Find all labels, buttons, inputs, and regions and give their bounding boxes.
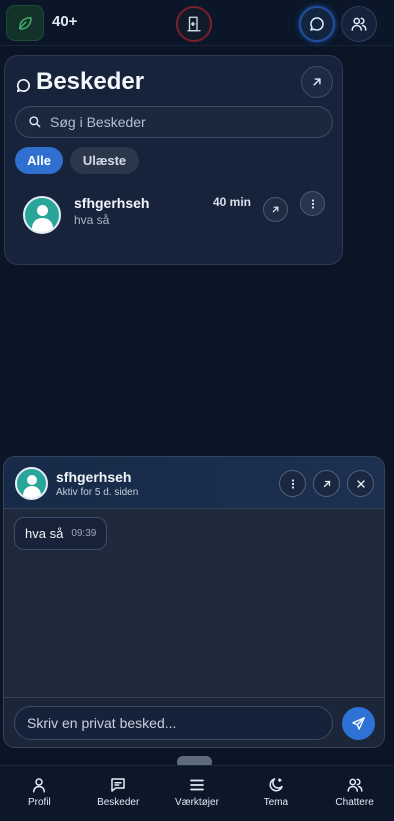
messages-panel: Beskeder Alle Ulæste sfhgerhseh hva så 4… xyxy=(4,55,343,265)
leaf-button[interactable] xyxy=(6,5,44,41)
avatar xyxy=(23,196,61,234)
door-exit-icon xyxy=(187,16,201,32)
nav-label: Tema xyxy=(263,797,289,808)
avatar xyxy=(15,467,48,500)
chat-close-button[interactable] xyxy=(347,470,374,497)
send-button[interactable] xyxy=(342,707,375,740)
users-button[interactable] xyxy=(341,6,377,42)
top-bar: 40+ xyxy=(0,0,394,46)
send-icon xyxy=(352,717,365,730)
filter-all-tab[interactable]: Alle xyxy=(15,147,63,174)
close-icon xyxy=(356,479,365,488)
message-text: hva så xyxy=(25,526,64,541)
nav-label: Beskeder xyxy=(97,797,140,808)
conversation-preview: hva så xyxy=(74,213,110,227)
online-count: 40+ xyxy=(52,13,78,30)
conversation-item[interactable]: sfhgerhseh hva så 40 min xyxy=(23,191,328,237)
nav-label: Profil xyxy=(28,797,51,808)
chat-composer xyxy=(4,697,384,747)
arrow-up-right-icon xyxy=(323,480,330,487)
nav-label: Chattere xyxy=(335,797,374,808)
bottom-nav: Profil Beskeder Værktøjer Tema Chattere xyxy=(0,765,394,821)
message-time: 09:39 xyxy=(71,528,97,539)
search-input[interactable] xyxy=(50,114,320,130)
conversation-name: sfhgerhseh xyxy=(74,195,150,211)
expand-panel-button[interactable] xyxy=(301,66,333,98)
arrow-up-right-icon xyxy=(272,206,279,213)
nav-item-profil[interactable]: Profil xyxy=(0,766,79,821)
users-icon xyxy=(347,778,363,792)
chat-messages: hva så 09:39 xyxy=(4,509,384,697)
search-field[interactable] xyxy=(15,106,333,138)
panel-title-text: Beskeder xyxy=(36,68,145,95)
nav-item-beskeder[interactable]: Beskeder xyxy=(79,766,158,821)
more-vertical-icon xyxy=(311,198,314,209)
person-icon xyxy=(33,778,46,793)
message-input[interactable] xyxy=(14,706,333,740)
messages-toggle-button[interactable] xyxy=(299,6,335,42)
panel-title: Beskeder xyxy=(15,68,144,96)
chat-bubble-icon xyxy=(16,78,30,92)
more-vertical-icon xyxy=(291,478,294,489)
chat-contact-name: sfhgerhseh xyxy=(56,469,132,485)
filter-unread-tab[interactable]: Ulæste xyxy=(70,147,139,174)
chat-expand-button[interactable] xyxy=(313,470,340,497)
menu-icon xyxy=(190,779,204,791)
chat-contact-status: Aktiv for 5 d. siden xyxy=(56,487,139,498)
chat-header: sfhgerhseh Aktiv for 5 d. siden xyxy=(4,457,384,509)
conversation-time: 40 min xyxy=(213,195,252,209)
nav-item-vaerktojer[interactable]: Værktøjer xyxy=(158,766,237,821)
chat-more-button[interactable] xyxy=(279,470,306,497)
nav-label: Værktøjer xyxy=(175,797,219,808)
message-icon xyxy=(111,778,125,792)
leaf-icon xyxy=(19,17,32,30)
nav-item-chattere[interactable]: Chattere xyxy=(315,766,394,821)
open-conversation-button[interactable] xyxy=(263,197,288,222)
chat-bubble-icon xyxy=(310,17,324,31)
chat-window: sfhgerhseh Aktiv for 5 d. siden hva så 0… xyxy=(3,456,385,748)
conversation-more-button[interactable] xyxy=(300,191,325,216)
nav-item-tema[interactable]: Tema xyxy=(236,766,315,821)
users-icon xyxy=(351,17,367,31)
logout-button[interactable] xyxy=(176,6,212,42)
moon-icon xyxy=(269,778,283,792)
arrow-up-right-icon xyxy=(313,78,321,86)
message-bubble: hva så 09:39 xyxy=(14,517,108,550)
search-icon xyxy=(29,116,41,128)
